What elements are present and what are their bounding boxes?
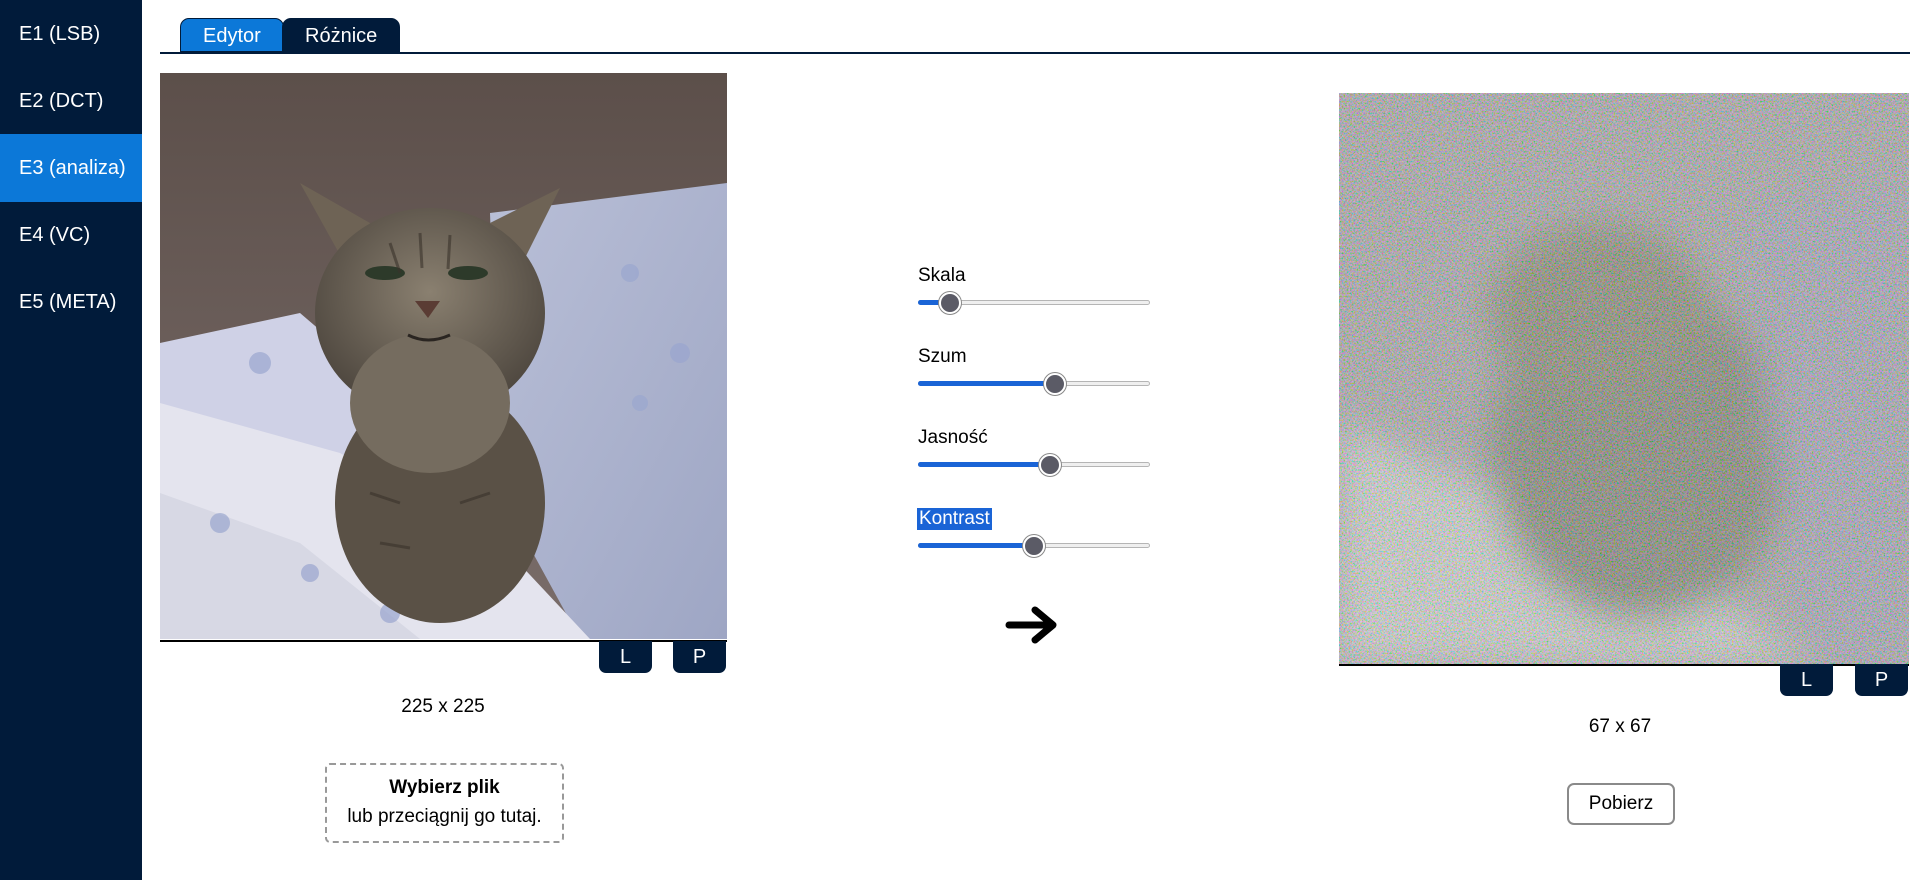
- slider-szum[interactable]: [918, 373, 1150, 395]
- slider-thumb[interactable]: [1043, 373, 1066, 395]
- slider-skala[interactable]: [918, 292, 1150, 314]
- download-button[interactable]: Pobierz: [1567, 783, 1675, 825]
- source-image: [160, 73, 727, 639]
- slider-fill: [918, 543, 1034, 548]
- source-dimensions: 225 x 225: [401, 696, 485, 717]
- sidebar-item-e5-meta[interactable]: E5 (META): [0, 268, 142, 336]
- tab-edytor[interactable]: Edytor: [180, 18, 284, 52]
- upload-title: Wybierz plik: [389, 777, 500, 798]
- upload-hint: lub przeciągnij go tutaj.: [347, 806, 542, 827]
- sidebar-item-e4-vc[interactable]: E4 (VC): [0, 201, 142, 269]
- tab-divider: [160, 52, 1910, 54]
- sidebar-item-e3-analiza[interactable]: E3 (analiza): [0, 134, 142, 202]
- slider-fill: [918, 381, 1055, 386]
- result-left-button[interactable]: L: [1780, 664, 1833, 696]
- sidebar-nav: E1 (LSB) E2 (DCT) E3 (analiza) E4 (VC) E…: [0, 0, 142, 880]
- slider-thumb[interactable]: [1023, 535, 1045, 557]
- slider-label-skala: Skala: [918, 265, 966, 286]
- result-image: [1339, 93, 1909, 664]
- slider-fill: [918, 462, 1051, 467]
- arrow-right-icon[interactable]: [1005, 604, 1061, 651]
- source-left-button[interactable]: L: [599, 641, 652, 673]
- file-upload-dropzone[interactable]: Wybierz plik lub przeciągnij go tutaj.: [325, 763, 564, 843]
- result-right-button[interactable]: P: [1855, 664, 1908, 696]
- slider-thumb[interactable]: [939, 292, 962, 314]
- result-dimensions: 67 x 67: [1588, 716, 1652, 737]
- slider-jasnosc[interactable]: [918, 454, 1150, 476]
- sidebar-item-e1-lsb[interactable]: E1 (LSB): [0, 0, 142, 68]
- sidebar-item-e2-dct[interactable]: E2 (DCT): [0, 67, 142, 135]
- slider-kontrast[interactable]: [918, 535, 1150, 557]
- source-right-button[interactable]: P: [673, 641, 726, 673]
- slider-label-kontrast: Kontrast: [917, 508, 992, 530]
- slider-label-jasnosc: Jasność: [918, 427, 988, 448]
- slider-thumb[interactable]: [1039, 454, 1062, 476]
- slider-label-szum: Szum: [918, 346, 967, 367]
- tab-roznice[interactable]: Różnice: [282, 18, 401, 52]
